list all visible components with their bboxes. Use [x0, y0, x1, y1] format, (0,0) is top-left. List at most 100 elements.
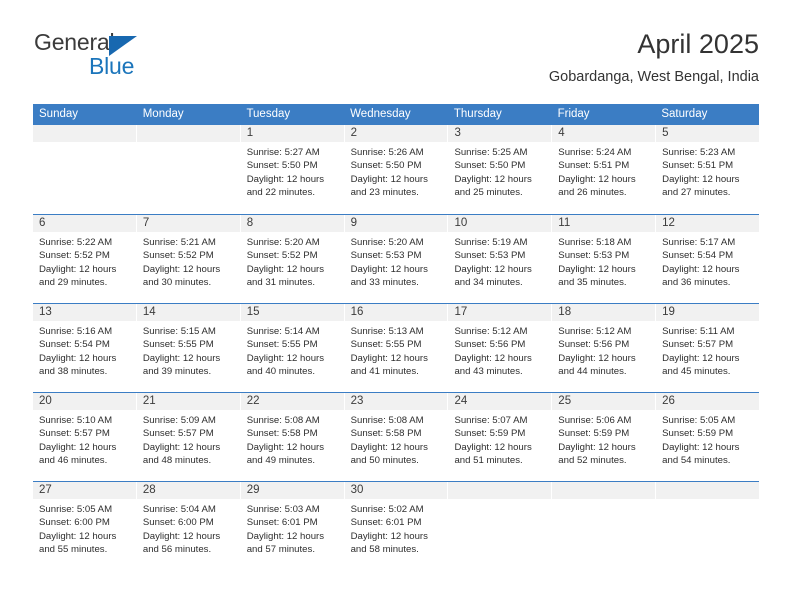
brand-word-blue: Blue: [89, 53, 135, 79]
day-number: 28: [136, 482, 240, 499]
sunset-text: Sunset: 6:00 PM: [39, 517, 110, 529]
sunset-text: Sunset: 5:58 PM: [350, 428, 422, 440]
day-number: 30: [344, 482, 448, 499]
day-number: 4: [552, 125, 656, 142]
day-number: 2: [344, 125, 448, 142]
day-cell-empty: [33, 125, 137, 214]
day-details: Sunrise: 5:22 AM Sunset: 5:52 PM Daylight:…: [33, 232, 136, 290]
sunrise-text: Sunrise: 5:08 AM: [246, 415, 320, 426]
day-cell[interactable]: 4 Sunrise: 5:24 AM Sunset: 5:51 PM Daylight…: [552, 125, 657, 214]
calendar-week-row: 20 Sunrise: 5:10 AM Sunset: 5:57 PM Dayligh…: [33, 392, 760, 481]
day-number: [552, 482, 656, 499]
sunrise-text: Sunrise: 5:24 AM: [558, 147, 632, 158]
daylight-text: Daylight: 12 hours and 48 minutes.: [142, 441, 221, 467]
day-details: Sunrise: 5:10 AM Sunset: 5:57 PM Daylight:…: [33, 410, 136, 468]
day-details: Sunrise: 5:26 AM Sunset: 5:50 PM Daylight:…: [345, 142, 448, 200]
day-cell[interactable]: 29 Sunrise: 5:03 AM Sunset: 6:01 PM Dayligh…: [240, 482, 345, 570]
day-cell[interactable]: 1 Sunrise: 5:27 AM Sunset: 5:50 PM Daylight…: [240, 125, 345, 214]
sunset-text: Sunset: 5:57 PM: [142, 428, 214, 440]
day-cell[interactable]: 12 Sunrise: 5:17 AM Sunset: 5:54 PM Dayligh…: [656, 215, 760, 303]
day-details: Sunrise: 5:14 AM Sunset: 5:55 PM Daylight:…: [241, 321, 344, 379]
sunset-text: Sunset: 5:52 PM: [142, 250, 214, 262]
day-cell[interactable]: 9 Sunrise: 5:20 AM Sunset: 5:53 PM Daylight…: [344, 215, 449, 303]
day-cell[interactable]: 8 Sunrise: 5:20 AM Sunset: 5:52 PM Daylight…: [240, 215, 345, 303]
daylight-text: Daylight: 12 hours and 56 minutes.: [142, 530, 221, 556]
daylight-text: Daylight: 12 hours and 50 minutes.: [350, 441, 428, 467]
day-cell[interactable]: 22 Sunrise: 5:08 AM Sunset: 5:58 PM Dayligh…: [240, 393, 345, 481]
brand-logo[interactable]: General Blue: [33, 28, 263, 90]
day-cell[interactable]: 7 Sunrise: 5:21 AM Sunset: 5:52 PM Daylight…: [136, 215, 241, 303]
page-subtitle: Gobardanga, West Bengal, India: [548, 69, 759, 85]
day-cell[interactable]: 21 Sunrise: 5:09 AM Sunset: 5:57 PM Dayligh…: [136, 393, 241, 481]
daylight-text: Daylight: 12 hours and 54 minutes.: [662, 441, 740, 467]
daylight-text: Daylight: 12 hours and 23 minutes.: [350, 173, 428, 199]
sunset-text: Sunset: 5:50 PM: [454, 160, 526, 172]
calendar-grid: Sunday Monday Tuesday Wednesday Thursday Frid…: [33, 104, 760, 570]
day-cell[interactable]: 5 Sunrise: 5:23 AM Sunset: 5:51 PM Daylight…: [656, 125, 760, 214]
day-cell[interactable]: 20 Sunrise: 5:10 AM Sunset: 5:57 PM Dayligh…: [33, 393, 137, 481]
day-cell[interactable]: 14 Sunrise: 5:15 AM Sunset: 5:55 PM Dayligh…: [136, 304, 241, 392]
day-number: [656, 482, 760, 499]
day-details: Sunrise: 5:27 AM Sunset: 5:50 PM Daylight:…: [241, 142, 344, 200]
day-number: 21: [136, 393, 240, 410]
daylight-text: Daylight: 12 hours and 34 minutes.: [454, 263, 532, 289]
day-cell[interactable]: 15 Sunrise: 5:14 AM Sunset: 5:55 PM Dayligh…: [240, 304, 345, 392]
day-cell[interactable]: 28 Sunrise: 5:04 AM Sunset: 6:00 PM Dayligh…: [136, 482, 241, 570]
sunrise-text: Sunrise: 5:02 AM: [350, 504, 424, 515]
daylight-text: Daylight: 12 hours and 58 minutes.: [350, 530, 428, 556]
day-number: 18: [552, 304, 656, 321]
sunrise-text: Sunrise: 5:14 AM: [246, 326, 320, 337]
sunset-text: Sunset: 5:50 PM: [246, 160, 318, 172]
daylight-text: Daylight: 12 hours and 33 minutes.: [350, 263, 428, 289]
day-number: 23: [344, 393, 448, 410]
sunset-text: Sunset: 5:51 PM: [558, 160, 630, 172]
daylight-text: Daylight: 12 hours and 22 minutes.: [246, 173, 325, 199]
day-details: Sunrise: 5:06 AM Sunset: 5:59 PM Daylight:…: [552, 410, 655, 468]
sunrise-text: Sunrise: 5:03 AM: [246, 504, 320, 515]
weekday-header-thursday: Thursday: [453, 108, 502, 120]
sunset-text: Sunset: 5:51 PM: [662, 160, 734, 172]
day-cell-empty: [136, 125, 241, 214]
daylight-text: Daylight: 12 hours and 44 minutes.: [558, 352, 636, 378]
day-cell[interactable]: 24 Sunrise: 5:07 AM Sunset: 5:59 PM Dayligh…: [448, 393, 553, 481]
day-cell[interactable]: 18 Sunrise: 5:12 AM Sunset: 5:56 PM Dayligh…: [552, 304, 657, 392]
daylight-text: Daylight: 12 hours and 41 minutes.: [350, 352, 428, 378]
calendar-week-row: 1 Sunrise: 5:27 AM Sunset: 5:50 PM Daylight…: [33, 125, 760, 214]
day-number: [448, 482, 552, 499]
day-cell[interactable]: 3 Sunrise: 5:25 AM Sunset: 5:50 PM Daylight…: [448, 125, 553, 214]
sunrise-text: Sunrise: 5:20 AM: [246, 237, 320, 248]
day-number: 16: [344, 304, 448, 321]
day-cell[interactable]: 27 Sunrise: 5:05 AM Sunset: 6:00 PM Dayligh…: [33, 482, 137, 570]
day-cell[interactable]: 23 Sunrise: 5:08 AM Sunset: 5:58 PM Dayligh…: [344, 393, 449, 481]
daylight-text: Daylight: 12 hours and 45 minutes.: [662, 352, 740, 378]
day-cell[interactable]: 19 Sunrise: 5:11 AM Sunset: 5:57 PM Dayligh…: [656, 304, 760, 392]
day-cell[interactable]: 26 Sunrise: 5:05 AM Sunset: 5:59 PM Dayligh…: [656, 393, 760, 481]
weekday-header-tuesday: Tuesday: [246, 108, 291, 120]
day-cell[interactable]: 2 Sunrise: 5:26 AM Sunset: 5:50 PM Daylight…: [344, 125, 449, 214]
day-number: 12: [656, 215, 760, 232]
day-cell[interactable]: 10 Sunrise: 5:19 AM Sunset: 5:53 PM Dayligh…: [448, 215, 553, 303]
day-cell[interactable]: 25 Sunrise: 5:06 AM Sunset: 5:59 PM Dayligh…: [552, 393, 657, 481]
sunrise-text: Sunrise: 5:15 AM: [142, 326, 216, 337]
day-number: 1: [240, 125, 344, 142]
day-details: Sunrise: 5:25 AM Sunset: 5:50 PM Daylight:…: [448, 142, 551, 200]
day-cell[interactable]: 17 Sunrise: 5:12 AM Sunset: 5:56 PM Dayligh…: [448, 304, 553, 392]
day-cell[interactable]: 13 Sunrise: 5:16 AM Sunset: 5:54 PM Dayligh…: [33, 304, 137, 392]
day-cell[interactable]: 16 Sunrise: 5:13 AM Sunset: 5:55 PM Dayligh…: [344, 304, 449, 392]
day-cell[interactable]: 11 Sunrise: 5:18 AM Sunset: 5:53 PM Dayligh…: [552, 215, 657, 303]
day-details: Sunrise: 5:20 AM Sunset: 5:52 PM Daylight:…: [241, 232, 344, 290]
sunset-text: Sunset: 5:53 PM: [558, 250, 630, 262]
day-number: 8: [240, 215, 344, 232]
day-cell[interactable]: 6 Sunrise: 5:22 AM Sunset: 5:52 PM Daylight…: [33, 215, 137, 303]
sunset-text: Sunset: 5:56 PM: [454, 339, 526, 351]
daylight-text: Daylight: 12 hours and 46 minutes.: [39, 441, 117, 467]
day-cell[interactable]: 30 Sunrise: 5:02 AM Sunset: 6:01 PM Dayligh…: [344, 482, 449, 570]
day-number: 13: [33, 304, 136, 321]
sunset-text: Sunset: 5:57 PM: [39, 428, 110, 440]
sunrise-text: Sunrise: 5:25 AM: [454, 147, 528, 158]
sunrise-text: Sunrise: 5:08 AM: [350, 415, 424, 426]
sunrise-text: Sunrise: 5:06 AM: [558, 415, 632, 426]
daylight-text: Daylight: 12 hours and 38 minutes.: [39, 352, 117, 378]
daylight-text: Daylight: 12 hours and 30 minutes.: [142, 263, 221, 289]
day-details: Sunrise: 5:07 AM Sunset: 5:59 PM Daylight:…: [448, 410, 551, 468]
